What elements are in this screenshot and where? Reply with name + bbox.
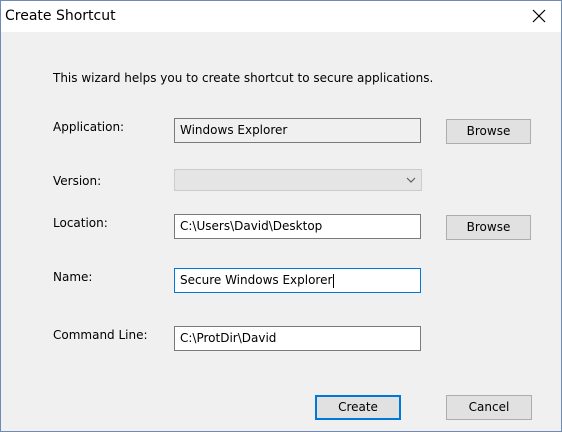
create-button[interactable]: Create bbox=[315, 395, 401, 420]
close-icon bbox=[532, 9, 546, 23]
application-browse-button[interactable]: Browse bbox=[446, 119, 531, 144]
cancel-button[interactable]: Cancel bbox=[446, 395, 532, 420]
intro-text: This wizard helps you to create shortcut… bbox=[53, 71, 434, 85]
close-button[interactable] bbox=[517, 1, 561, 32]
location-field[interactable]: C:\Users\David\Desktop bbox=[174, 214, 421, 239]
version-label: Version: bbox=[53, 174, 102, 188]
chevron-down-icon bbox=[406, 177, 416, 183]
name-label: Name: bbox=[53, 270, 93, 284]
name-field[interactable]: Secure Windows Explorer bbox=[174, 268, 421, 293]
window-title: Create Shortcut bbox=[5, 8, 116, 24]
text-caret bbox=[333, 273, 335, 288]
location-label: Location: bbox=[53, 216, 108, 230]
title-bar[interactable]: Create Shortcut bbox=[1, 1, 561, 32]
application-field[interactable]: Windows Explorer bbox=[174, 118, 421, 143]
create-shortcut-dialog: Create Shortcut This wizard helps you to… bbox=[0, 0, 562, 432]
version-dropdown[interactable] bbox=[174, 169, 422, 191]
command-line-label: Command Line: bbox=[53, 328, 148, 342]
application-label: Application: bbox=[53, 120, 125, 134]
command-line-field[interactable]: C:\ProtDir\David bbox=[174, 326, 421, 351]
location-browse-button[interactable]: Browse bbox=[446, 215, 531, 240]
name-field-value: Secure Windows Explorer bbox=[180, 273, 333, 287]
